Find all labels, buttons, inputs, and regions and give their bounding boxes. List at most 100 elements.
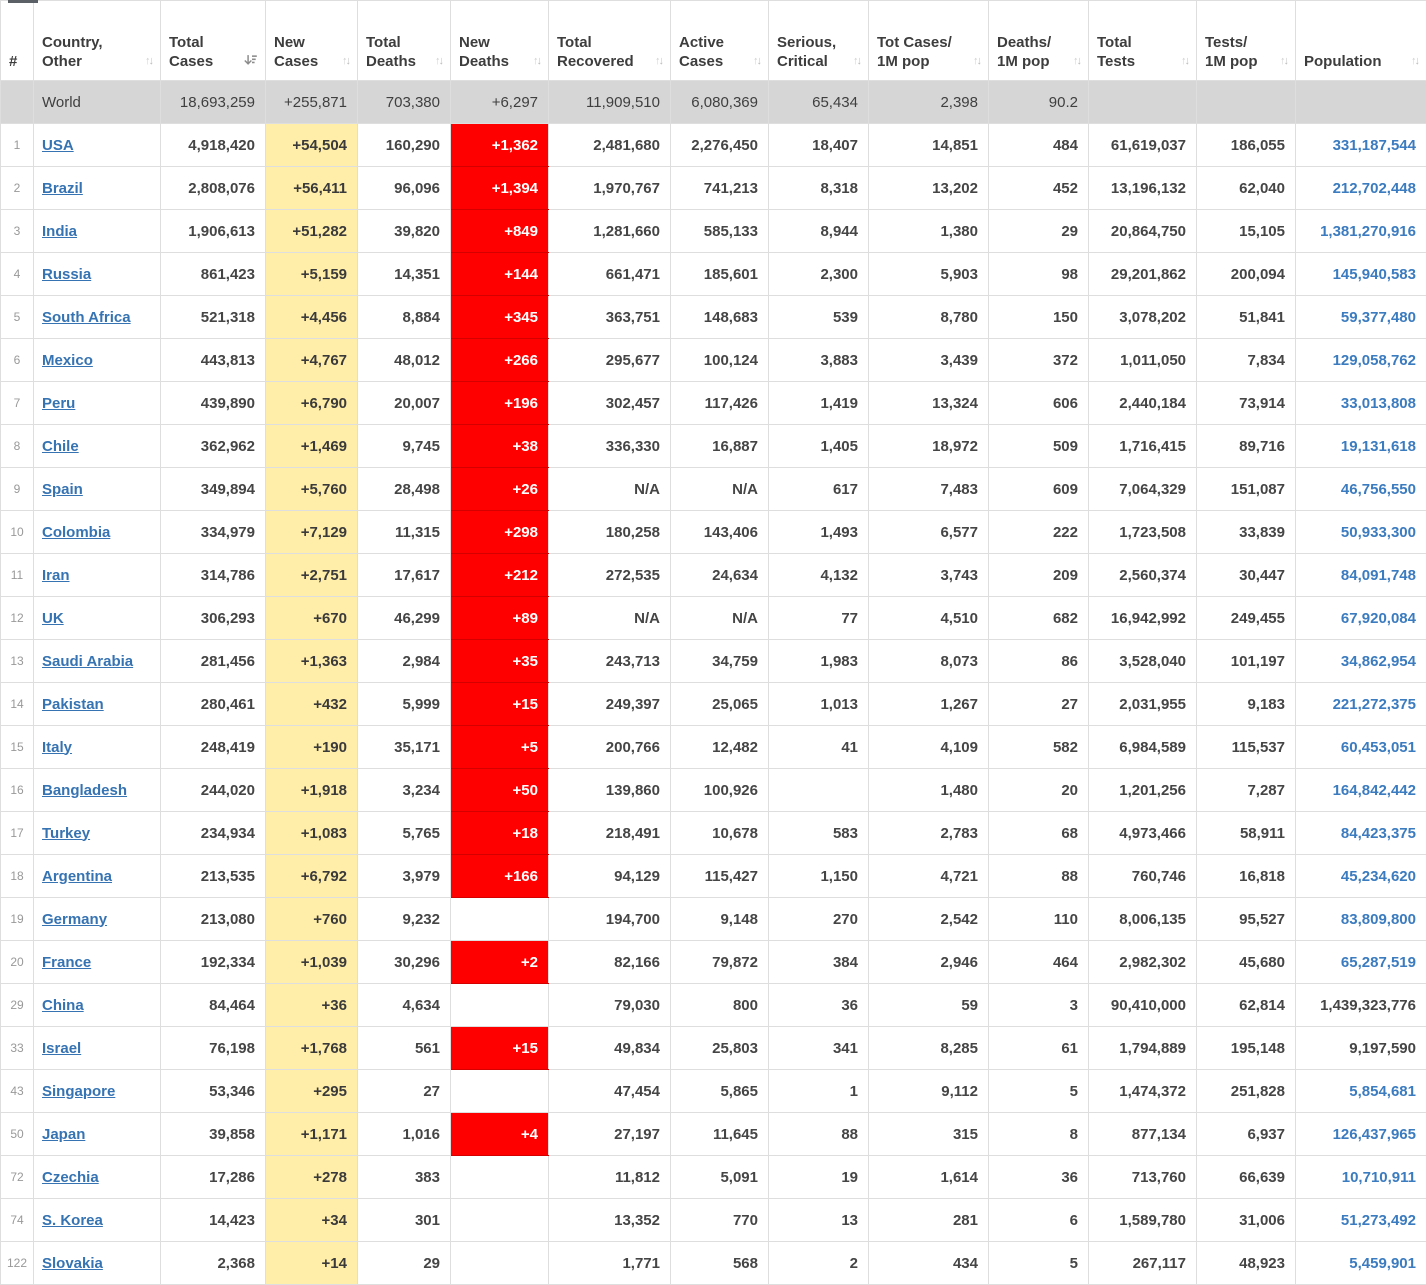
- country-link[interactable]: China: [42, 997, 84, 1014]
- new-cases-cell: +4,767: [266, 339, 358, 382]
- new-deaths-cell: +15: [451, 1027, 549, 1070]
- column-header-total-deaths[interactable]: TotalDeaths↑↓: [358, 1, 451, 81]
- population-link[interactable]: 33,013,808: [1341, 395, 1416, 412]
- new-deaths-cell: +196: [451, 382, 549, 425]
- country-link[interactable]: S. Korea: [42, 1212, 103, 1229]
- world-label: World: [42, 94, 81, 111]
- population-link[interactable]: 126,437,965: [1333, 1126, 1416, 1143]
- column-header-total-tests[interactable]: TotalTests↑↓: [1089, 1, 1197, 81]
- population-link[interactable]: 60,453,051: [1341, 739, 1416, 756]
- country-link[interactable]: Japan: [42, 1126, 85, 1143]
- country-link[interactable]: Saudi Arabia: [42, 653, 133, 670]
- population-link[interactable]: 5,854,681: [1349, 1083, 1416, 1100]
- column-header-cases-per-1m[interactable]: Tot Cases/1M pop↑↓: [869, 1, 989, 81]
- tests-per-1m-cell: 58,911: [1197, 812, 1296, 855]
- country-cell: China: [34, 984, 161, 1027]
- cases-per-1m-cell: 4,510: [869, 597, 989, 640]
- population-link[interactable]: 84,423,375: [1341, 825, 1416, 842]
- column-header-new-cases[interactable]: NewCases↑↓: [266, 1, 358, 81]
- column-header-total-recovered[interactable]: TotalRecovered↑↓: [549, 1, 671, 81]
- serious-critical-cell: 77: [769, 597, 869, 640]
- country-cell: Italy: [34, 726, 161, 769]
- country-link[interactable]: Singapore: [42, 1083, 115, 1100]
- country-link[interactable]: Brazil: [42, 180, 83, 197]
- country-link[interactable]: Bangladesh: [42, 782, 127, 799]
- population-link[interactable]: 51,273,492: [1341, 1212, 1416, 1229]
- country-link[interactable]: Chile: [42, 438, 79, 455]
- country-link[interactable]: Argentina: [42, 868, 112, 885]
- population-link[interactable]: 10,710,911: [1342, 1169, 1416, 1186]
- population-link[interactable]: 59,377,480: [1341, 309, 1416, 326]
- country-link[interactable]: Turkey: [42, 825, 90, 842]
- country-link[interactable]: France: [42, 954, 91, 971]
- country-link[interactable]: UK: [42, 610, 64, 627]
- serious-critical-cell: [769, 769, 869, 812]
- population-link[interactable]: 212,702,448: [1333, 180, 1416, 197]
- column-header-active-cases[interactable]: ActiveCases↑↓: [671, 1, 769, 81]
- total-recovered-cell: 139,860: [549, 769, 671, 812]
- country-link[interactable]: Italy: [42, 739, 72, 756]
- rank-cell: 1: [1, 124, 34, 167]
- country-link[interactable]: Czechia: [42, 1169, 99, 1186]
- new-cases-cell: +432: [266, 683, 358, 726]
- column-header-country[interactable]: Country,Other↑↓: [34, 1, 161, 81]
- serious-critical-cell: 2,300: [769, 253, 869, 296]
- column-header-deaths-per-1m[interactable]: Deaths/1M pop↑↓: [989, 1, 1089, 81]
- population-link[interactable]: 164,842,442: [1333, 782, 1416, 799]
- country-link[interactable]: South Africa: [42, 309, 131, 326]
- active-cases-cell: 2,276,450: [671, 124, 769, 167]
- total-cases-cell: 192,334: [161, 941, 266, 984]
- deaths-per-1m-cell: 86: [989, 640, 1089, 683]
- country-link[interactable]: Peru: [42, 395, 75, 412]
- total-deaths-cell: 28,498: [358, 468, 451, 511]
- population-link[interactable]: 67,920,084: [1341, 610, 1416, 627]
- serious-critical-cell: 3,883: [769, 339, 869, 382]
- country-link[interactable]: Spain: [42, 481, 83, 498]
- population-link[interactable]: 84,091,748: [1341, 567, 1416, 584]
- country-link[interactable]: Iran: [42, 567, 70, 584]
- population-link[interactable]: 65,287,519: [1341, 954, 1416, 971]
- total-recovered-cell: 49,834: [549, 1027, 671, 1070]
- population-link[interactable]: 145,940,583: [1333, 266, 1416, 283]
- new-cases-cell: +5,159: [266, 253, 358, 296]
- country-link[interactable]: Pakistan: [42, 696, 104, 713]
- country-link[interactable]: Mexico: [42, 352, 93, 369]
- total-deaths-cell: 14,351: [358, 253, 451, 296]
- population-cell: 84,091,748: [1296, 554, 1426, 597]
- column-header-serious-critical[interactable]: Serious,Critical↑↓: [769, 1, 869, 81]
- country-link[interactable]: India: [42, 223, 77, 240]
- serious-critical-cell: 13: [769, 1199, 869, 1242]
- country-link[interactable]: Germany: [42, 911, 107, 928]
- total-cases-cell: 1,906,613: [161, 210, 266, 253]
- rank-cell: 19: [1, 898, 34, 941]
- country-link[interactable]: Colombia: [42, 524, 110, 541]
- population-link[interactable]: 46,756,550: [1341, 481, 1416, 498]
- serious-critical-cell: 583: [769, 812, 869, 855]
- column-header-label: Total: [557, 33, 592, 52]
- cases-per-1m-cell: 1,614: [869, 1156, 989, 1199]
- country-link[interactable]: USA: [42, 137, 74, 154]
- population-link[interactable]: 34,862,954: [1341, 653, 1416, 670]
- column-header-total-cases[interactable]: TotalCases: [161, 1, 266, 81]
- country-cell: India: [34, 210, 161, 253]
- population-link[interactable]: 331,187,544: [1333, 137, 1416, 154]
- total-tests-cell: 1,794,889: [1089, 1027, 1197, 1070]
- population-link[interactable]: 83,809,800: [1341, 911, 1416, 928]
- column-header-new-deaths[interactable]: NewDeaths↑↓: [451, 1, 549, 81]
- population-link[interactable]: 1,381,270,916: [1320, 223, 1416, 240]
- population-link[interactable]: 221,272,375: [1333, 696, 1416, 713]
- total-recovered-cell: 27,197: [549, 1113, 671, 1156]
- total-cases-cell: 53,346: [161, 1070, 266, 1113]
- active-cases-cell: 9,148: [671, 898, 769, 941]
- rank-cell: 11: [1, 554, 34, 597]
- country-link[interactable]: Russia: [42, 266, 91, 283]
- population-link[interactable]: 19,131,618: [1341, 438, 1416, 455]
- country-link[interactable]: Slovakia: [42, 1255, 103, 1272]
- country-link[interactable]: Israel: [42, 1040, 81, 1057]
- column-header-population[interactable]: Population↑↓: [1296, 1, 1426, 81]
- population-link[interactable]: 5,459,901: [1349, 1255, 1416, 1272]
- population-link[interactable]: 45,234,620: [1341, 868, 1416, 885]
- population-link[interactable]: 50,933,300: [1341, 524, 1416, 541]
- population-link[interactable]: 129,058,762: [1333, 352, 1416, 369]
- column-header-tests-per-1m[interactable]: Tests/1M pop↑↓: [1197, 1, 1296, 81]
